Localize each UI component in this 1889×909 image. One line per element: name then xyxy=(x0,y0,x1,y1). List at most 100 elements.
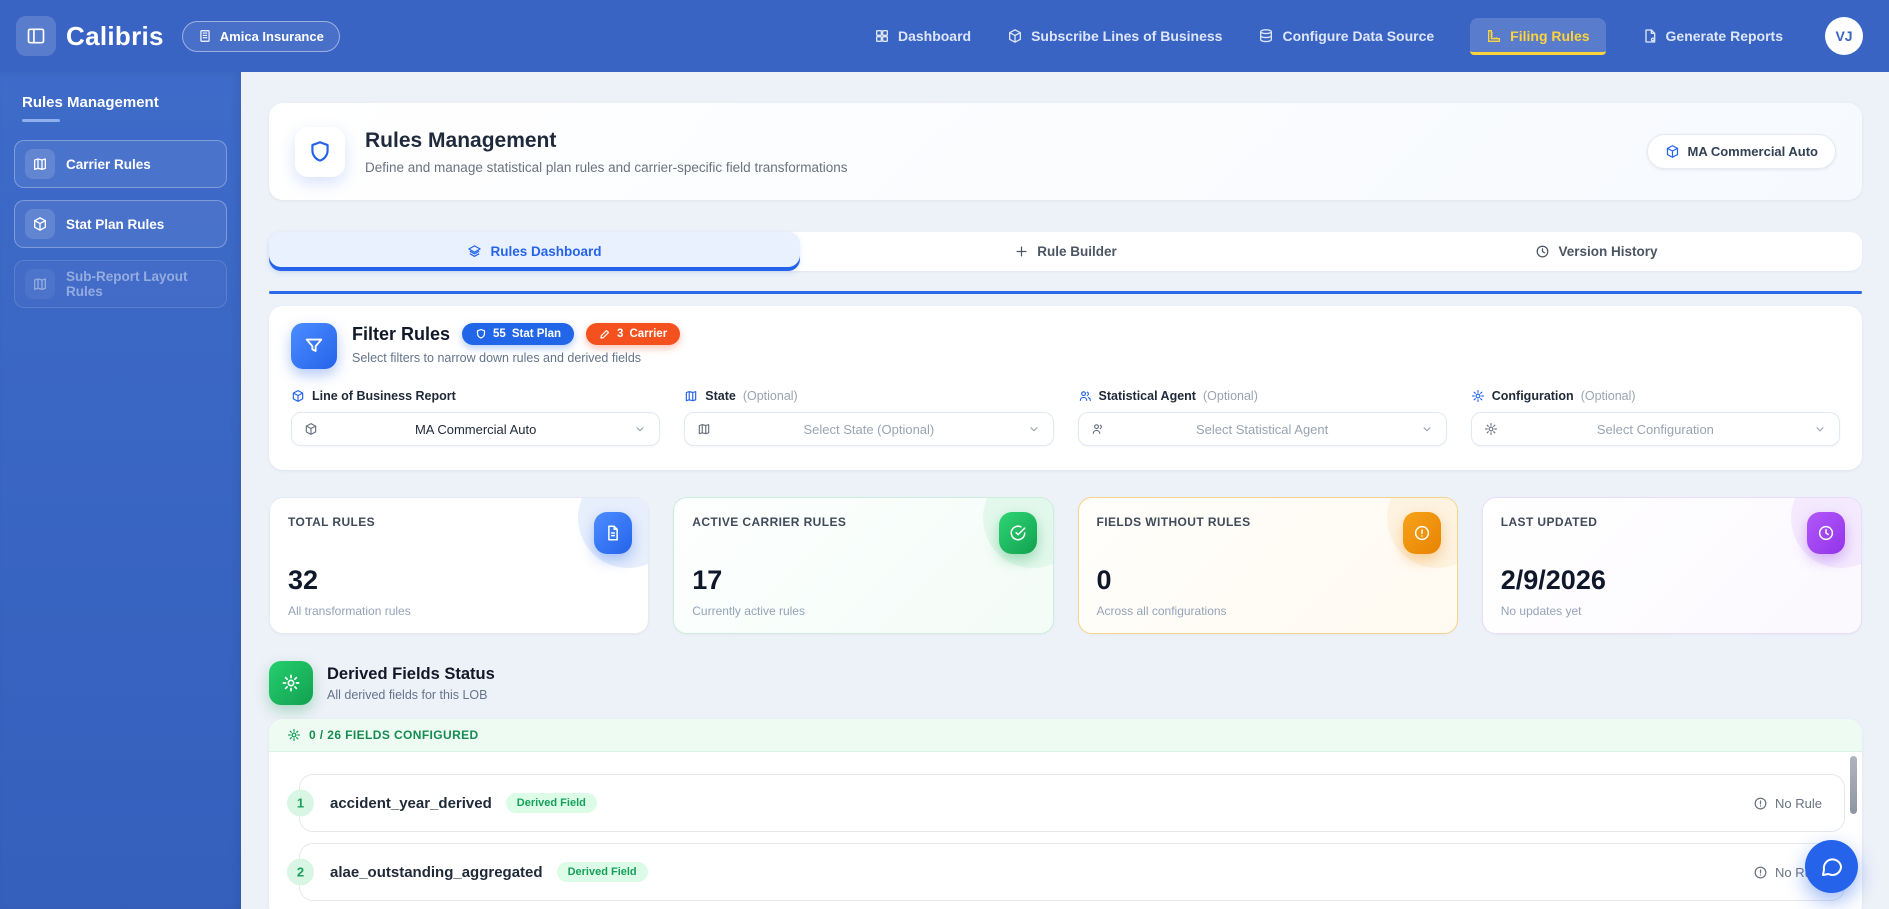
plus-icon xyxy=(1014,244,1029,259)
field-name: accident_year_derived xyxy=(330,795,492,812)
page-title: Rules Management xyxy=(365,129,847,153)
tab-version-history[interactable]: Version History xyxy=(1331,232,1862,271)
statistical-agent-select[interactable]: Select Statistical Agent xyxy=(1078,412,1447,446)
derived-field-row[interactable]: 2 alae_outstanding_aggregated Derived Fi… xyxy=(299,843,1845,901)
stat-caption: Across all configurations xyxy=(1097,604,1227,618)
field-label: Line of Business Report xyxy=(312,389,456,403)
tab-label: Rule Builder xyxy=(1037,244,1117,259)
configuration-select[interactable]: Select Configuration xyxy=(1471,412,1840,446)
row-number-badge: 2 xyxy=(287,859,314,886)
document-icon xyxy=(594,512,632,554)
nav-subscribe-lines-of-business[interactable]: Subscribe Lines of Business xyxy=(1007,28,1222,44)
package-icon xyxy=(1007,28,1023,44)
filter-field-lob: Line of Business Report MA Commercial Au… xyxy=(291,389,660,446)
filter-subtitle: Select filters to narrow down rules and … xyxy=(352,351,680,365)
state-select[interactable]: Select State (Optional) xyxy=(684,412,1053,446)
field-name: alae_outstanding_aggregated xyxy=(330,864,543,881)
sidebar-item-label: Carrier Rules xyxy=(66,157,151,172)
stat-plan-count-badge[interactable]: 55 Stat Plan xyxy=(462,323,574,345)
chevron-down-icon xyxy=(1027,422,1041,436)
fields-configured-count: 0 / 26 FIELDS CONFIGURED xyxy=(309,728,479,742)
filter-head-text: Filter Rules 55 Stat Plan 3 Carrier xyxy=(352,323,680,369)
sidebar-item-sub-report-layout-rules[interactable]: Sub-Report Layout Rules xyxy=(14,260,227,308)
stat-label: FIELDS WITHOUT RULES xyxy=(1097,515,1439,529)
nav-label: Filing Rules xyxy=(1510,28,1589,44)
optional-hint: (Optional) xyxy=(743,389,798,403)
nav-label: Subscribe Lines of Business xyxy=(1031,28,1222,44)
active-tab-divider xyxy=(269,291,1862,294)
map-icon xyxy=(25,149,55,179)
stat-card-fields-without-rules: FIELDS WITHOUT RULES 0 Across all config… xyxy=(1078,497,1458,634)
fields-configured-bar: 0 / 26 FIELDS CONFIGURED xyxy=(269,719,1862,752)
lob-selector-badge[interactable]: MA Commercial Auto xyxy=(1647,134,1837,169)
rule-status-label: No Rule xyxy=(1775,796,1822,811)
top-navigation-bar: Calibris Amica Insurance Dashboard Subsc… xyxy=(0,0,1889,72)
package-icon xyxy=(291,389,305,403)
sidebar-item-stat-plan-rules[interactable]: Stat Plan Rules xyxy=(14,200,227,248)
chevron-down-icon xyxy=(1813,422,1827,436)
tab-rules-dashboard[interactable]: Rules Dashboard xyxy=(269,232,800,271)
carrier-count-badge[interactable]: 3 Carrier xyxy=(586,323,680,345)
page-subtitle: Define and manage statistical plan rules… xyxy=(365,160,847,175)
sidebar-item-carrier-rules[interactable]: Carrier Rules xyxy=(14,140,227,188)
nav-dashboard[interactable]: Dashboard xyxy=(874,28,971,44)
select-placeholder: Select State (Optional) xyxy=(711,422,1026,437)
sidebar-toggle-button[interactable] xyxy=(16,16,56,56)
shield-icon xyxy=(295,127,345,177)
stat-label: TOTAL RULES xyxy=(288,515,630,529)
app-window: Calibris Amica Insurance Dashboard Subsc… xyxy=(0,0,1889,909)
pencil-icon xyxy=(599,328,611,340)
stat-label: ACTIVE CARRIER RULES xyxy=(692,515,1034,529)
badge-label: Stat Plan xyxy=(512,328,561,340)
report-icon xyxy=(1642,28,1658,44)
sidebar: Rules Management Carrier Rules Stat Plan… xyxy=(0,72,241,909)
view-tabs: Rules Dashboard Rule Builder Version His… xyxy=(269,232,1862,271)
select-value: MA Commercial Auto xyxy=(318,422,633,437)
stat-value: 2/9/2026 xyxy=(1501,565,1606,596)
sidebar-item-label: Stat Plan Rules xyxy=(66,217,164,232)
alert-circle-icon xyxy=(1403,512,1441,554)
derived-fields-list-card: 0 / 26 FIELDS CONFIGURED 1 accident_year… xyxy=(269,719,1862,909)
row-number-badge: 1 xyxy=(287,790,314,817)
select-placeholder: Select Statistical Agent xyxy=(1105,422,1420,437)
organization-name: Amica Insurance xyxy=(220,29,324,44)
derived-fields-list: 1 accident_year_derived Derived Field No… xyxy=(269,752,1862,901)
list-scrollbar[interactable] xyxy=(1850,756,1857,814)
body-row: Rules Management Carrier Rules Stat Plan… xyxy=(0,72,1889,909)
alert-circle-icon xyxy=(1753,865,1768,880)
field-label: Configuration xyxy=(1492,389,1574,403)
tab-label: Version History xyxy=(1558,244,1657,259)
gear-icon xyxy=(1484,422,1498,436)
nav-label: Configure Data Source xyxy=(1282,28,1434,44)
derived-fields-header-text: Derived Fields Status All derived fields… xyxy=(327,665,495,702)
users-icon xyxy=(1078,389,1092,403)
lob-report-select[interactable]: MA Commercial Auto xyxy=(291,412,660,446)
database-icon xyxy=(1258,28,1274,44)
alert-circle-icon xyxy=(1753,796,1768,811)
nav-filing-rules[interactable]: Filing Rules xyxy=(1470,18,1605,55)
funnel-icon xyxy=(291,323,337,369)
chat-fab-button[interactable] xyxy=(1805,840,1858,893)
organization-badge[interactable]: Amica Insurance xyxy=(182,21,340,52)
chat-bubble-icon xyxy=(1820,855,1844,879)
package-icon xyxy=(304,422,318,436)
gear-icon xyxy=(1471,389,1485,403)
filter-title: Filter Rules xyxy=(352,324,450,345)
select-placeholder: Select Configuration xyxy=(1498,422,1813,437)
badge-label: Carrier xyxy=(629,328,667,340)
ruler-icon xyxy=(1486,28,1502,44)
field-label: Statistical Agent xyxy=(1099,389,1196,403)
derived-field-row[interactable]: 1 accident_year_derived Derived Field No… xyxy=(299,774,1845,832)
top-nav-links: Dashboard Subscribe Lines of Business Co… xyxy=(874,17,1863,55)
tab-rule-builder[interactable]: Rule Builder xyxy=(800,232,1331,271)
map-icon xyxy=(697,422,711,436)
nav-generate-reports[interactable]: Generate Reports xyxy=(1642,28,1783,44)
filter-rules-card: Filter Rules 55 Stat Plan 3 Carrier xyxy=(269,306,1862,470)
clock-icon xyxy=(1807,512,1845,554)
gear-icon xyxy=(287,728,301,742)
stat-card-last-updated: LAST UPDATED 2/9/2026 No updates yet xyxy=(1482,497,1862,634)
nav-configure-data-source[interactable]: Configure Data Source xyxy=(1258,28,1434,44)
sidebar-title-accent xyxy=(22,119,60,122)
derived-field-badge: Derived Field xyxy=(506,793,597,813)
user-avatar[interactable]: VJ xyxy=(1825,17,1863,55)
